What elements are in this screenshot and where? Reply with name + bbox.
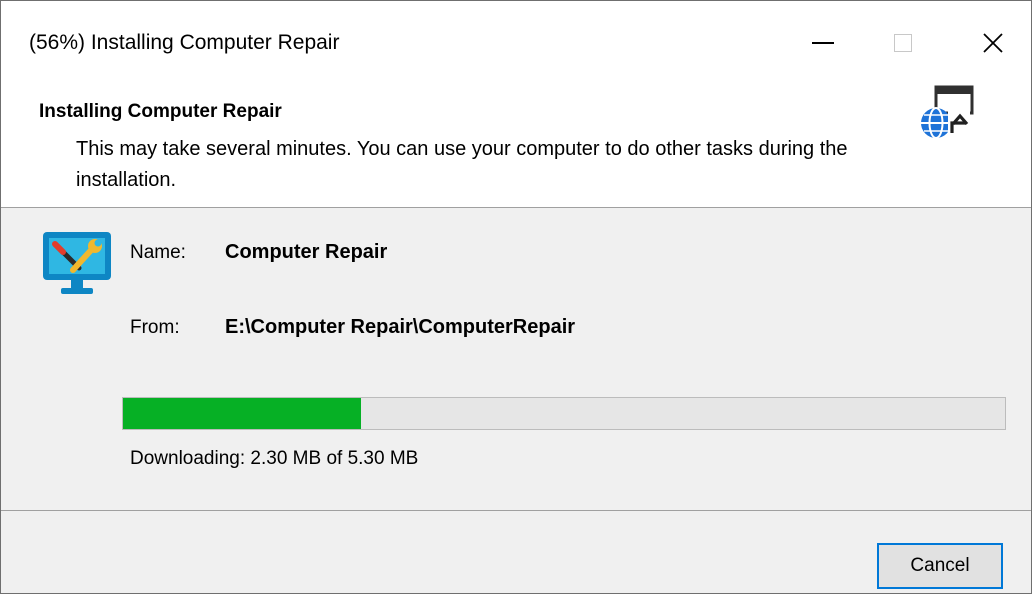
title-bar: (56%) Installing Computer Repair bbox=[1, 1, 1031, 71]
progress-bar bbox=[122, 397, 1006, 430]
from-label: From: bbox=[130, 317, 180, 338]
minimize-icon bbox=[812, 42, 834, 44]
minimize-button[interactable] bbox=[791, 15, 855, 67]
maximize-button bbox=[871, 15, 935, 67]
from-value: E:\Computer Repair\ComputerRepair bbox=[225, 316, 576, 338]
name-value: Computer Repair bbox=[225, 241, 388, 263]
globe-install-icon bbox=[921, 85, 974, 139]
header-description: This may take several minutes. You can u… bbox=[76, 138, 848, 191]
close-button[interactable] bbox=[961, 15, 1025, 67]
name-label: Name: bbox=[130, 242, 186, 263]
cancel-button[interactable]: Cancel bbox=[877, 543, 1003, 589]
download-status: Downloading: 2.30 MB of 5.30 MB bbox=[130, 448, 419, 469]
installer-window: (56%) Installing Computer Repair Install… bbox=[0, 0, 1032, 594]
window-title: (56%) Installing Computer Repair bbox=[29, 31, 340, 54]
maximize-icon bbox=[894, 34, 912, 52]
close-icon bbox=[983, 33, 1003, 53]
header-title: Installing Computer Repair bbox=[39, 101, 282, 122]
progress-fill bbox=[123, 398, 362, 429]
details-panel: Name: Computer Repair From: E:\Computer … bbox=[1, 208, 1031, 511]
computer-repair-icon bbox=[43, 232, 111, 294]
footer-panel: Cancel bbox=[1, 511, 1031, 593]
header-panel: Installing Computer Repair This may take… bbox=[1, 71, 1031, 208]
